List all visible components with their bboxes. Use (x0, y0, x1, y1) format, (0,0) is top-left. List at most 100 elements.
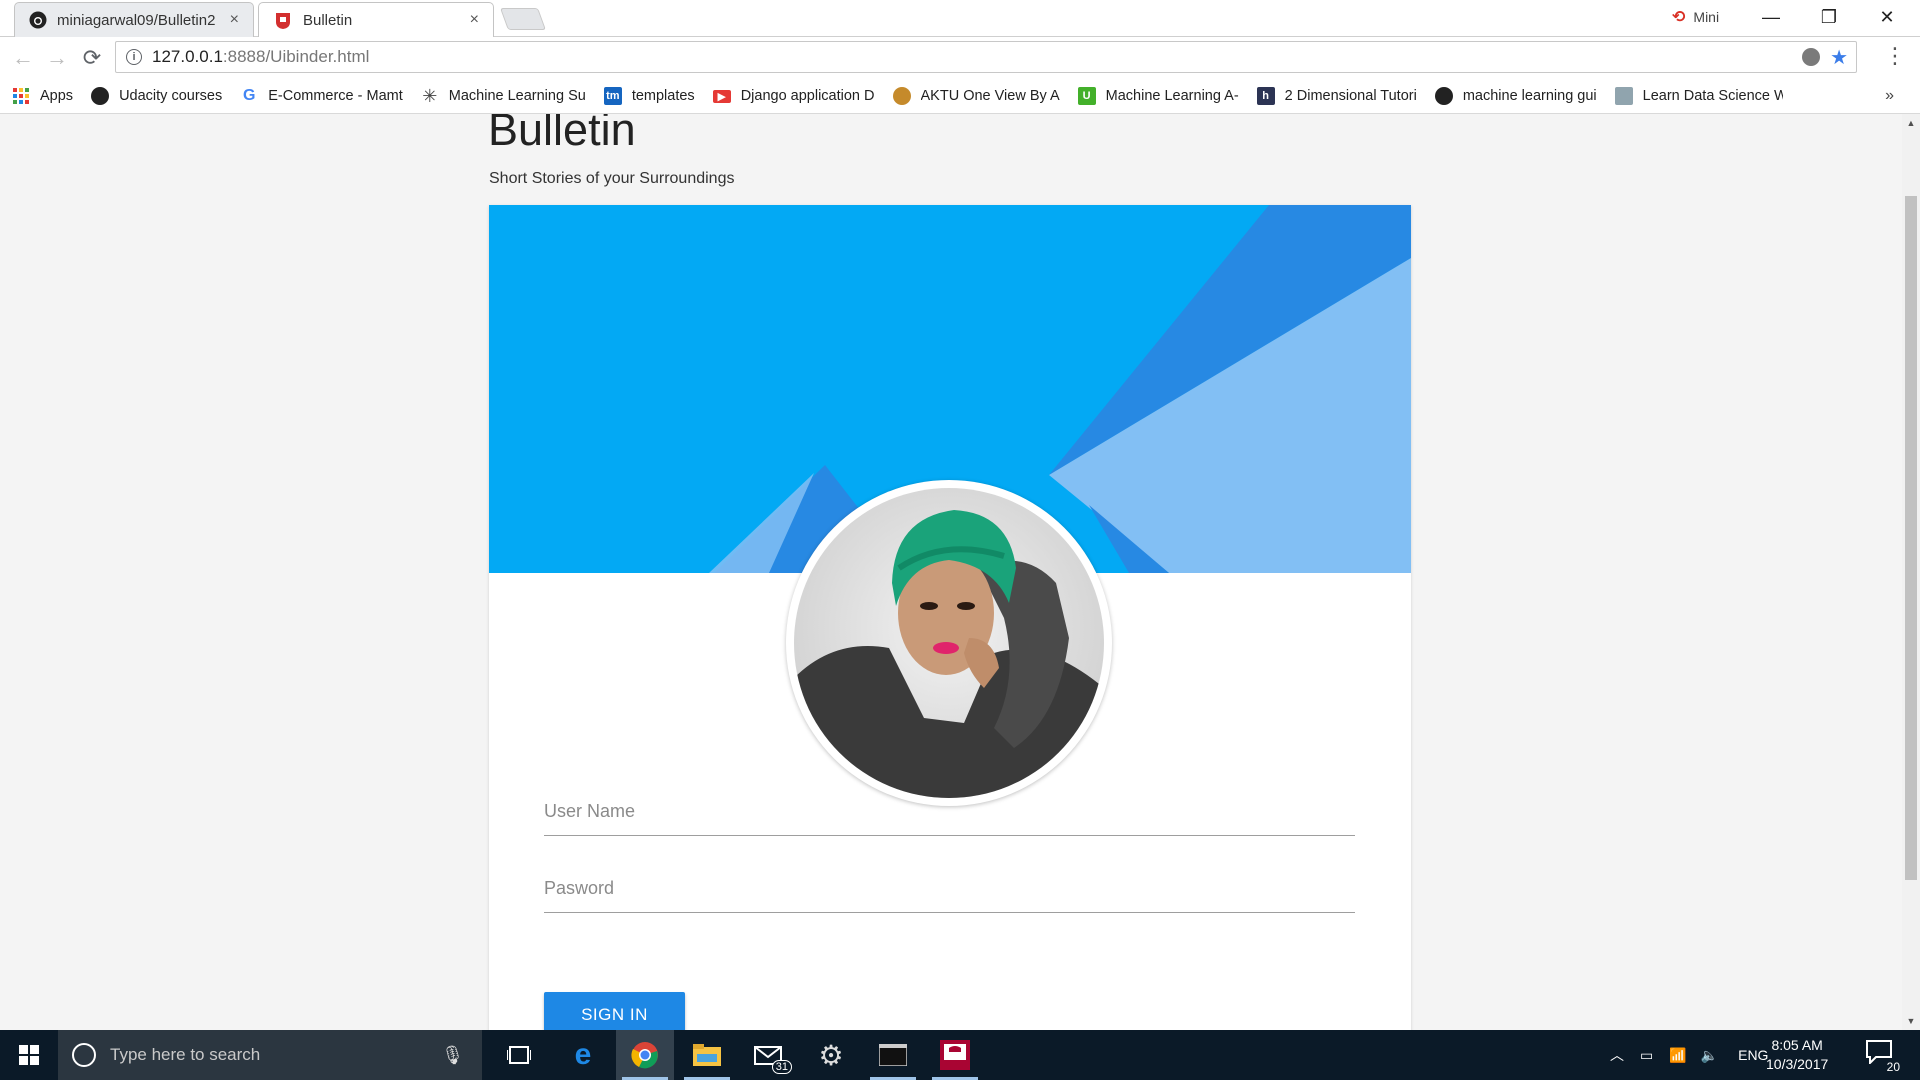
scroll-up-icon[interactable]: ▲ (1902, 114, 1920, 132)
bookmark-label: 2 Dimensional Tutori (1284, 88, 1417, 104)
wifi-icon[interactable]: 📶 (1669, 1047, 1686, 1064)
tab-bulletin[interactable]: Bulletin × (258, 2, 494, 37)
notification-count: 20 (1884, 1060, 1902, 1074)
close-tab-icon[interactable]: × (470, 11, 479, 29)
login-card: SIGN IN (489, 205, 1411, 1030)
taskbar-settings-app[interactable]: ⚙ (802, 1030, 860, 1080)
windows-logo-icon (19, 1045, 39, 1065)
username-field[interactable] (544, 788, 1355, 836)
bookmark-data-science[interactable]: Learn Data Science W (1614, 87, 1783, 105)
site-info-icon[interactable]: i (126, 49, 142, 65)
taskbar-terminal[interactable] (864, 1030, 922, 1080)
forward-button[interactable]: → (43, 45, 71, 71)
bookmark-aktu[interactable]: AKTU One View By A (892, 87, 1060, 105)
volume-icon[interactable]: 🔈 (1701, 1047, 1718, 1064)
taskbar-mail[interactable]: 31 (740, 1030, 798, 1080)
reload-button[interactable]: ⟳ (78, 45, 106, 71)
bookmark-apps[interactable]: Apps (12, 87, 73, 105)
page-scrollbar[interactable]: ▲ ▼ (1902, 114, 1920, 1030)
bookmark-2d-tutorial[interactable]: h 2 Dimensional Tutori (1256, 87, 1417, 105)
tab-title: Bulletin (303, 11, 353, 29)
chrome-icon (631, 1042, 658, 1069)
bookmark-label: Django application D (740, 88, 875, 104)
task-view-icon (507, 1046, 531, 1064)
profile-name: Mini (1693, 9, 1720, 25)
show-hidden-icons-icon[interactable]: ︿ (1610, 1045, 1624, 1065)
clock-date: 10/3/2017 (1766, 1056, 1829, 1072)
bookmark-label: Learn Data Science W (1642, 88, 1783, 104)
bookmark-ml-su[interactable]: ✳ Machine Learning Su (421, 85, 586, 106)
gear-icon: ⚙ (818, 1039, 844, 1071)
taskbar-edge[interactable]: e (554, 1030, 612, 1080)
scroll-down-icon[interactable]: ▼ (1902, 1012, 1920, 1030)
atom-icon: ✳ (422, 85, 438, 106)
password-field[interactable] (544, 865, 1355, 913)
tab-title: miniagarwal09/Bulletin2 (57, 11, 216, 29)
minimize-button[interactable]: — (1742, 0, 1800, 34)
browser-menu-button[interactable]: ⋮ (1884, 43, 1906, 69)
browser-toolbar: ← → ⟳ i 127.0.0.1 :8888/Uibinder.html ★ … (0, 37, 1920, 79)
aktu-icon (892, 87, 911, 105)
udemy-icon: U (1077, 87, 1096, 105)
clock[interactable]: 8:05 AM 10/3/2017 (1766, 1036, 1828, 1074)
url-path: :8888/Uibinder.html (222, 47, 370, 66)
page-viewport: Bulletin Short Stories of your Surroundi… (0, 114, 1902, 1030)
taskbar-file-explorer[interactable] (678, 1030, 736, 1080)
sign-in-button[interactable]: SIGN IN (544, 992, 685, 1030)
microphone-icon[interactable]: 🎙 (441, 1045, 464, 1066)
input-language[interactable]: ENG (1738, 1047, 1768, 1063)
bookmark-label: machine learning gui (1462, 88, 1597, 104)
new-tab-button[interactable] (499, 8, 547, 30)
password-input[interactable] (544, 865, 1355, 911)
restore-button[interactable]: ❐ (1800, 0, 1858, 34)
task-view-button[interactable] (490, 1030, 548, 1080)
tab-github[interactable]: miniagarwal09/Bulletin2 × (14, 2, 254, 37)
erlang-icon (940, 1040, 970, 1070)
taskbar-chrome[interactable] (616, 1030, 674, 1080)
github-icon (1434, 87, 1453, 105)
profile-avatar-frame (786, 480, 1112, 806)
windows-taskbar: Type here to search 🎙 e 31 ⚙ ︿ ▭ 📶 🔈 ENG… (0, 1030, 1920, 1080)
github-icon (29, 11, 47, 29)
folder-icon (693, 1044, 721, 1066)
bookmark-django[interactable]: ▶ Django application D (712, 88, 875, 104)
profile-button[interactable]: ⟲ Mini (1672, 7, 1719, 27)
google-icon: G (242, 87, 256, 104)
scrollbar-thumb[interactable] (1905, 196, 1917, 880)
bookmark-ecommerce[interactable]: G E-Commerce - Mamt (240, 87, 403, 105)
apps-grid-icon (13, 88, 29, 104)
taskbar-search[interactable]: Type here to search 🎙 (58, 1030, 482, 1080)
hackerearth-icon: h (1256, 87, 1275, 105)
url-host: 127.0.0.1 (152, 47, 223, 66)
battery-icon[interactable]: ▭ (1640, 1047, 1653, 1064)
bulletin-favicon-icon (276, 13, 290, 29)
action-center-button[interactable]: 20 (1866, 1040, 1902, 1074)
translate-icon[interactable] (1802, 48, 1820, 66)
close-window-button[interactable]: ✕ (1858, 0, 1916, 34)
bookmark-label: Udacity courses (119, 88, 223, 104)
tm-icon: tm (603, 87, 622, 105)
sync-paused-icon: ⟲ (1672, 9, 1686, 26)
bookmarks-overflow-button[interactable]: » (1885, 87, 1894, 105)
start-button[interactable] (0, 1030, 58, 1080)
page-subtitle: Short Stories of your Surroundings (489, 170, 735, 187)
bookmark-ml-guide[interactable]: machine learning gui (1434, 87, 1597, 105)
bookmark-star-icon[interactable]: ★ (1830, 45, 1848, 70)
cortana-icon (72, 1043, 96, 1067)
edge-icon: e (574, 1038, 592, 1071)
bookmark-templates[interactable]: tm templates (603, 87, 695, 105)
clock-time: 8:05 AM (1771, 1037, 1823, 1053)
close-tab-icon[interactable]: × (230, 11, 239, 29)
taskbar-erlang[interactable] (926, 1030, 984, 1080)
github-icon (91, 87, 110, 105)
avatar (794, 488, 1104, 798)
bookmark-ml-az[interactable]: U Machine Learning A- (1077, 87, 1239, 105)
back-button[interactable]: ← (9, 45, 37, 71)
bookmark-label: AKTU One View By A (920, 88, 1060, 104)
address-bar[interactable]: i 127.0.0.1 :8888/Uibinder.html ★ (115, 41, 1857, 73)
bookmark-label: Machine Learning A- (1105, 88, 1239, 104)
tab-strip: miniagarwal09/Bulletin2 × Bulletin × ⟲ M… (0, 0, 1920, 37)
username-input[interactable] (544, 788, 1355, 834)
bookmark-label: Machine Learning Su (448, 88, 586, 104)
bookmark-udacity[interactable]: Udacity courses (91, 87, 222, 105)
